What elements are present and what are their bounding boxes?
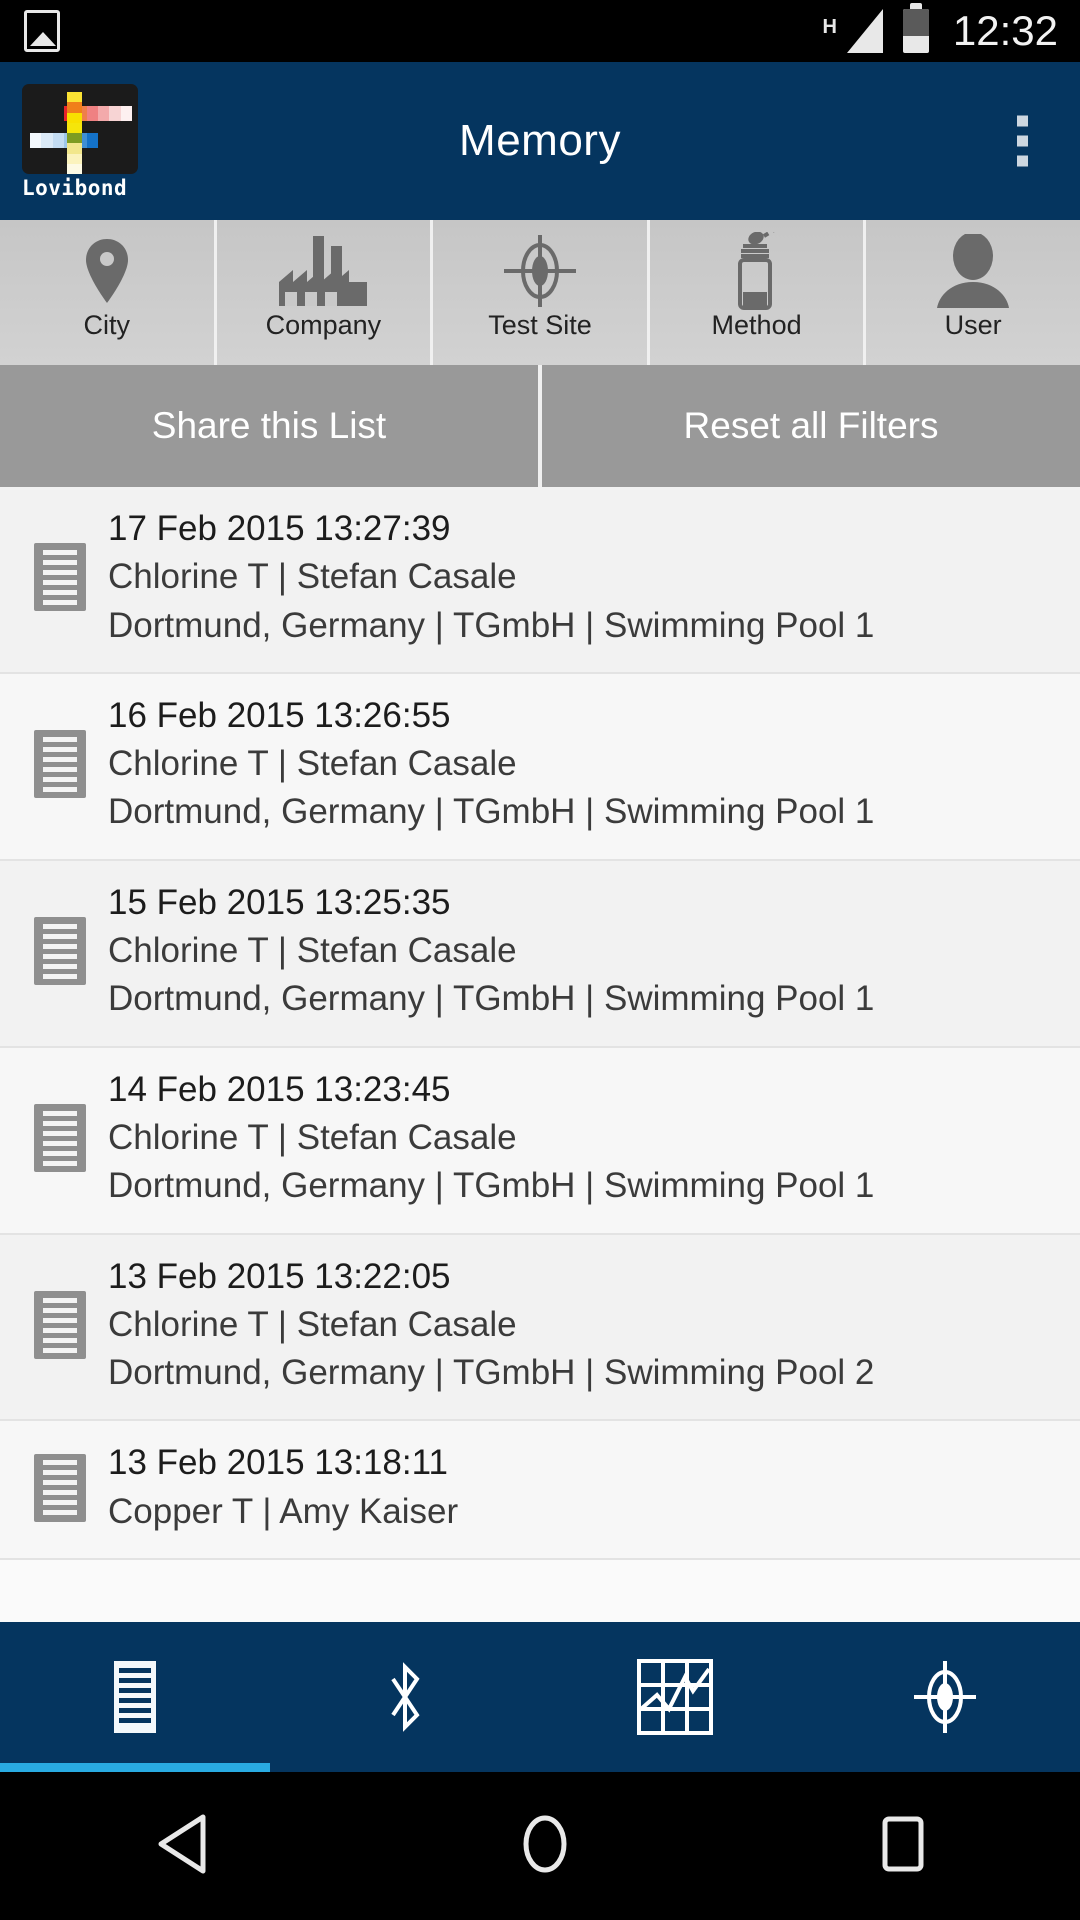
list-item[interactable]: 17 Feb 2015 13:27:39 Chlorine T | Stefan…	[0, 487, 1080, 674]
list-item[interactable]: 14 Feb 2015 13:23:45 Chlorine T | Stefan…	[0, 1047, 1080, 1235]
phone-screen: H 12:32 Lovibond Memory City Company Tes…	[0, 0, 1080, 1920]
record-text: 17 Feb 2015 13:27:39 Chlorine T | Stefan…	[108, 505, 874, 650]
record-method-user: Chlorine T | Stefan Casale	[108, 557, 517, 597]
filter-tab-user[interactable]: User	[866, 220, 1080, 365]
record-document-icon	[34, 917, 86, 986]
filter-tab-city-label: City	[83, 310, 131, 340]
page-title: Memory	[459, 116, 621, 165]
lovibond-logo: Lovibond	[22, 84, 138, 200]
record-document-icon	[34, 1291, 86, 1359]
record-method-user: Chlorine T | Stefan Casale	[108, 744, 517, 784]
action-button-bar: Share this List Reset all Filters	[0, 365, 1080, 487]
reagent-bottle-icon	[722, 232, 792, 310]
crosshair-icon	[914, 1661, 976, 1733]
crosshair-icon	[502, 234, 578, 308]
factory-icon	[277, 234, 369, 308]
record-document-icon	[34, 1453, 86, 1522]
share-list-button[interactable]: Share this List	[0, 365, 542, 487]
android-home-button[interactable]	[456, 1793, 634, 1900]
record-method-user: Copper T | Amy Kaiser	[108, 1491, 459, 1531]
record-text: 13 Feb 2015 13:22:05 Chlorine T | Stefan…	[108, 1253, 874, 1398]
network-type-label: H	[822, 16, 837, 38]
battery-icon	[902, 3, 929, 53]
record-method-user: Chlorine T | Stefan Casale	[108, 1117, 517, 1157]
record-location: Dortmund, Germany | TGmbH | Swimming Poo…	[108, 979, 875, 1019]
android-navigation-bar	[0, 1772, 1080, 1920]
bottom-nav-records[interactable]	[0, 1622, 270, 1772]
record-date: 13 Feb 2015 13:22:05	[108, 1256, 451, 1296]
graph-chart-icon	[637, 1659, 713, 1735]
reset-filters-button[interactable]: Reset all Filters	[542, 365, 1080, 487]
record-location: Dortmund, Germany | TGmbH | Swimming Poo…	[108, 605, 875, 645]
logo-blue-bar	[30, 133, 98, 148]
record-location: Dortmund, Germany | TGmbH | Swimming Poo…	[108, 1353, 875, 1393]
record-document-icon	[34, 730, 86, 799]
record-document-icon	[34, 543, 86, 612]
home-circle-icon	[523, 1815, 567, 1872]
record-text: 15 Feb 2015 13:25:35 Chlorine T | Stefan…	[108, 879, 874, 1024]
record-date: 16 Feb 2015 13:26:55	[108, 695, 451, 735]
record-text: 13 Feb 2015 13:18:11 Copper T | Amy Kais…	[108, 1439, 458, 1536]
status-bar-clock: 12:32	[952, 7, 1058, 54]
logo-mark	[22, 84, 138, 174]
bottom-nav-testsite[interactable]	[810, 1622, 1080, 1772]
record-text: 14 Feb 2015 13:23:45 Chlorine T | Stefan…	[108, 1066, 874, 1211]
overflow-menu-icon[interactable]	[1009, 108, 1036, 175]
record-list[interactable]: 17 Feb 2015 13:27:39 Chlorine T | Stefan…	[0, 487, 1080, 1622]
filter-tab-company-label: Company	[265, 310, 382, 340]
record-method-user: Chlorine T | Stefan Casale	[108, 931, 517, 971]
list-item[interactable]: 15 Feb 2015 13:25:35 Chlorine T | Stefan…	[0, 860, 1080, 1048]
filter-tab-testsite-label: Test Site	[488, 310, 592, 340]
filter-tab-method-label: Method	[711, 310, 802, 340]
record-method-user: Chlorine T | Stefan Casale	[108, 1304, 517, 1344]
status-bar: H 12:32	[0, 0, 1080, 62]
record-location: Dortmund, Germany | TGmbH | Swimming Poo…	[108, 792, 875, 832]
status-bar-right: H 12:32	[822, 3, 1058, 55]
back-triangle-icon	[158, 1814, 206, 1873]
bluetooth-icon	[391, 1662, 420, 1732]
recents-square-icon	[882, 1816, 924, 1871]
status-bar-left	[24, 10, 60, 52]
filter-tab-company[interactable]: Company	[217, 220, 434, 365]
record-date: 17 Feb 2015 13:27:39	[108, 509, 451, 548]
user-icon	[933, 234, 1013, 308]
record-document-icon	[34, 1104, 86, 1173]
record-date: 13 Feb 2015 13:18:11	[108, 1443, 448, 1483]
bottom-nav-bluetooth[interactable]	[270, 1622, 540, 1772]
record-text: 16 Feb 2015 13:26:55 Chlorine T | Stefan…	[108, 692, 874, 837]
logo-wordmark: Lovibond	[22, 176, 128, 200]
android-recents-button[interactable]	[817, 1793, 989, 1900]
record-location: Dortmund, Germany | TGmbH | Swimming Poo…	[108, 1166, 875, 1206]
filter-tab-city[interactable]: City	[0, 220, 217, 365]
photo-icon	[24, 10, 60, 52]
android-back-button[interactable]	[91, 1793, 273, 1900]
signal-icon	[846, 9, 883, 53]
bottom-nav-selected-indicator	[0, 1763, 270, 1772]
list-item[interactable]: 13 Feb 2015 13:18:11 Copper T | Amy Kais…	[0, 1421, 1080, 1561]
map-pin-icon	[79, 234, 135, 308]
filter-tab-method[interactable]: Method	[650, 220, 867, 365]
list-item[interactable]: 13 Feb 2015 13:22:05 Chlorine T | Stefan…	[0, 1234, 1080, 1422]
record-date: 15 Feb 2015 13:25:35	[108, 882, 451, 922]
record-date: 14 Feb 2015 13:23:45	[108, 1069, 451, 1109]
bottom-nav-bar	[0, 1622, 1080, 1772]
logo-yellow-bar	[67, 92, 82, 174]
filter-tab-bar: City Company Test Site Method User	[0, 220, 1080, 365]
list-item[interactable]: 16 Feb 2015 13:26:55 Chlorine T | Stefan…	[0, 673, 1080, 861]
filter-tab-user-label: User	[944, 310, 1002, 340]
list-records-icon	[114, 1661, 156, 1733]
app-bar: Lovibond Memory	[0, 62, 1080, 220]
bottom-nav-graph[interactable]	[540, 1622, 810, 1772]
filter-tab-testsite[interactable]: Test Site	[433, 220, 650, 365]
